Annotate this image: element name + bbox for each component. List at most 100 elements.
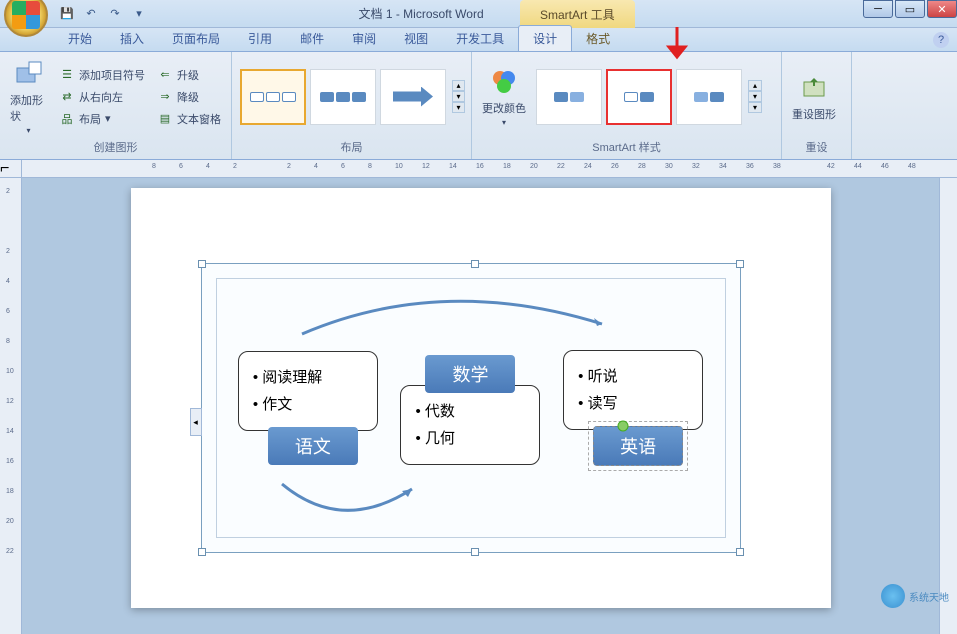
layout-scroll-down[interactable]: ▾ <box>452 91 465 102</box>
text-pane-button[interactable]: ▤文本窗格 <box>153 109 225 129</box>
sa-item: • 作文 <box>253 391 363 418</box>
add-shape-label: 添加形状 <box>10 92 47 124</box>
sa-block-3[interactable]: • 听说 • 读写 英语 <box>563 350 703 466</box>
sa-label-1[interactable]: 语文 <box>268 427 358 465</box>
tab-home[interactable]: 开始 <box>54 26 106 51</box>
ruler-corner: ⌐ <box>0 160 22 177</box>
horizontal-ruler[interactable]: 8642246810121416182022242628303234363842… <box>22 160 957 177</box>
sa-item: • 读写 <box>578 390 688 417</box>
tab-references[interactable]: 引用 <box>234 26 286 51</box>
promote-button[interactable]: ⇐升级 <box>153 65 225 85</box>
styles-scroll-down[interactable]: ▾ <box>748 91 762 102</box>
ribbon: 添加形状 ▾ ☰添加项目符号 ⇄从右向左 品布局 ▾ ⇐升级 ⇒降级 ▤文本窗格… <box>0 52 957 160</box>
tab-review[interactable]: 审阅 <box>338 26 390 51</box>
group-reset: 重设图形 重设 <box>782 52 852 159</box>
sa-box-1: • 阅读理解 • 作文 <box>238 351 378 431</box>
layout-item-3[interactable] <box>380 69 446 125</box>
resize-handle-se[interactable] <box>736 548 744 556</box>
group-styles-label: SmartArt 样式 <box>478 137 775 157</box>
window-controls: ─ ▭ ✕ <box>861 0 957 18</box>
resize-handle-sw[interactable] <box>198 548 206 556</box>
sa-item: • 几何 <box>415 425 525 452</box>
smartart-graphic[interactable]: ◂ • 阅读理解 • 作文 <box>201 263 741 553</box>
sa-item: • 听说 <box>578 363 688 390</box>
layout-item-1[interactable] <box>240 69 306 125</box>
dropdown-icon: ▾ <box>26 126 30 135</box>
layout-more[interactable]: ▾ <box>452 102 465 113</box>
qat-customize[interactable]: ▾ <box>130 5 148 23</box>
resize-handle-nw[interactable] <box>198 260 206 268</box>
tab-view[interactable]: 视图 <box>390 26 442 51</box>
group-reset-label: 重设 <box>788 137 845 157</box>
text-pane-icon: ▤ <box>157 111 173 127</box>
sa-box-3: • 听说 • 读写 <box>563 350 703 430</box>
layout-icon: 品 <box>59 111 75 127</box>
change-colors-button[interactable]: 更改颜色▾ <box>478 64 530 129</box>
sa-label-2[interactable]: 数学 <box>425 355 515 393</box>
style-item-2[interactable] <box>606 69 672 125</box>
sa-label-3-selected[interactable]: 英语 <box>593 426 683 466</box>
qat-undo[interactable]: ↶ <box>82 5 100 23</box>
title-bar: 💾 ↶ ↷ ▾ 文档 1 - Microsoft Word SmartArt 工… <box>0 0 957 28</box>
sa-box-2: • 代数 • 几何 <box>400 385 540 465</box>
add-shape-button[interactable]: 添加形状 ▾ <box>6 56 51 137</box>
style-item-1[interactable] <box>536 69 602 125</box>
ribbon-tabs: 开始 插入 页面布局 引用 邮件 审阅 视图 开发工具 设计 格式 ? <box>0 28 957 52</box>
style-item-3[interactable] <box>676 69 742 125</box>
reset-graphic-button[interactable]: 重设图形 <box>788 70 840 124</box>
rtl-button[interactable]: ⇄从右向左 <box>55 87 149 107</box>
watermark: 系统天地 <box>881 584 949 608</box>
styles-gallery <box>534 67 744 127</box>
context-tool-label: SmartArt 工具 <box>520 0 635 28</box>
sa-block-2[interactable]: 数学 • 代数 • 几何 <box>400 351 540 465</box>
group-create-graphic: 添加形状 ▾ ☰添加项目符号 ⇄从右向左 品布局 ▾ ⇐升级 ⇒降级 ▤文本窗格… <box>0 52 232 159</box>
resize-handle-ne[interactable] <box>736 260 744 268</box>
document-area: 2246810121416182022 ◂ <box>0 178 957 634</box>
rotate-handle[interactable] <box>613 416 633 436</box>
group-smartart-styles: 更改颜色▾ ▴ ▾ ▾ SmartArt 样式 <box>472 52 782 159</box>
demote-button[interactable]: ⇒降级 <box>153 87 225 107</box>
tab-mailings[interactable]: 邮件 <box>286 26 338 51</box>
demote-icon: ⇒ <box>157 89 173 105</box>
layout-menu-button[interactable]: 品布局 ▾ <box>55 109 149 129</box>
help-button[interactable]: ? <box>933 32 949 48</box>
horizontal-ruler-row: ⌐ 86422468101214161820222426283032343638… <box>0 160 957 178</box>
tab-developer[interactable]: 开发工具 <box>442 26 518 51</box>
resize-handle-n[interactable] <box>471 260 479 268</box>
group-create-label: 创建图形 <box>6 137 225 157</box>
page-viewport[interactable]: ◂ • 阅读理解 • 作文 <box>22 178 939 634</box>
tab-page-layout[interactable]: 页面布局 <box>158 26 234 51</box>
layout-item-2[interactable] <box>310 69 376 125</box>
close-button[interactable]: ✕ <box>927 0 957 18</box>
group-layouts-label: 布局 <box>238 137 465 157</box>
colors-icon <box>488 66 520 98</box>
qat-save[interactable]: 💾 <box>58 5 76 23</box>
quick-access-toolbar: 💾 ↶ ↷ ▾ <box>58 5 148 23</box>
tab-format[interactable]: 格式 <box>572 26 624 51</box>
resize-handle-s[interactable] <box>471 548 479 556</box>
callout-arrow-annotation <box>665 25 689 70</box>
add-bullet-button[interactable]: ☰添加项目符号 <box>55 65 149 85</box>
promote-icon: ⇐ <box>157 67 173 83</box>
styles-more[interactable]: ▾ <box>748 102 762 113</box>
styles-scroll-up[interactable]: ▴ <box>748 80 762 91</box>
layouts-gallery <box>238 67 448 127</box>
tab-insert[interactable]: 插入 <box>106 26 158 51</box>
vertical-scrollbar[interactable] <box>939 178 957 634</box>
sa-item: • 代数 <box>415 398 525 425</box>
page: ◂ • 阅读理解 • 作文 <box>131 188 831 608</box>
minimize-button[interactable]: ─ <box>863 0 893 18</box>
document-title: 文档 1 - Microsoft Word <box>359 5 484 22</box>
tab-design[interactable]: 设计 <box>518 25 572 51</box>
sa-item: • 阅读理解 <box>253 364 363 391</box>
qat-redo[interactable]: ↷ <box>106 5 124 23</box>
sa-block-1[interactable]: • 阅读理解 • 作文 语文 <box>238 351 378 465</box>
vertical-ruler[interactable]: 2246810121416182022 <box>0 178 22 634</box>
group-layouts: ▴ ▾ ▾ 布局 <box>232 52 472 159</box>
rtl-icon: ⇄ <box>59 89 75 105</box>
add-shape-icon <box>13 58 45 90</box>
text-pane-toggle[interactable]: ◂ <box>190 408 202 436</box>
layout-scroll-up[interactable]: ▴ <box>452 80 465 91</box>
reset-icon <box>798 72 830 104</box>
maximize-button[interactable]: ▭ <box>895 0 925 18</box>
